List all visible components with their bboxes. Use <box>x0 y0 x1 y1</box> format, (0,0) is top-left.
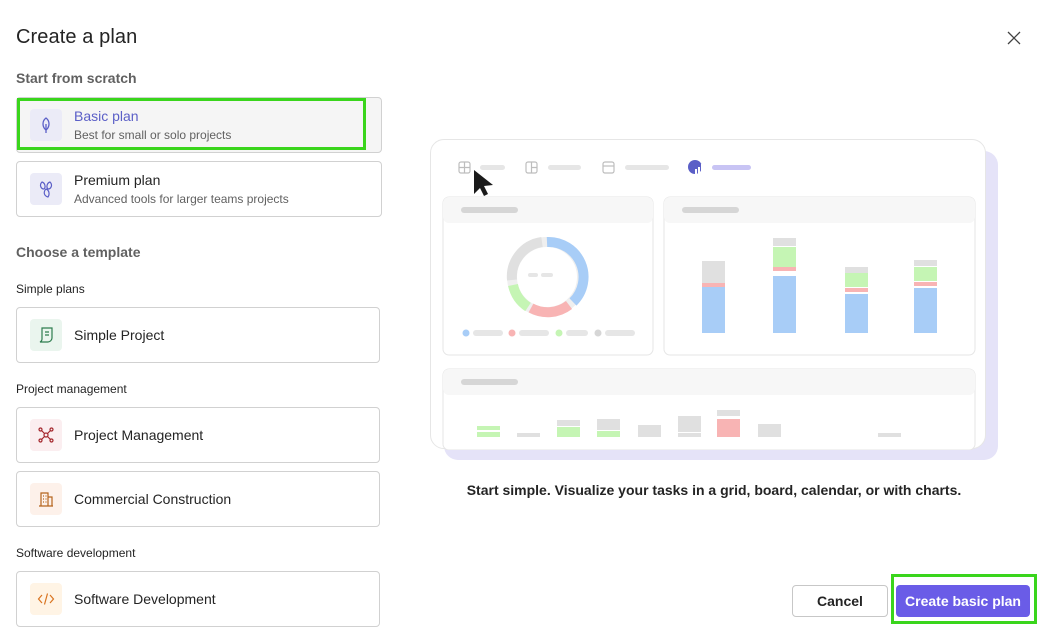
building-icon <box>39 492 53 507</box>
premium-plan-name: Premium plan <box>74 172 161 188</box>
network-icon <box>38 427 54 443</box>
simple-plans-group-label: Simple plans <box>16 282 85 296</box>
cancel-button[interactable]: Cancel <box>792 585 888 617</box>
software-development-group-label: Software development <box>16 546 136 560</box>
premium-plan-card[interactable]: Premium plan Advanced tools for larger t… <box>16 161 382 217</box>
cursor-arrow-icon <box>474 170 493 196</box>
premium-leaves-icon <box>39 181 53 198</box>
project-management-name: Project Management <box>74 427 204 443</box>
basic-plan-card[interactable]: Basic plan Best for small or solo projec… <box>16 97 382 153</box>
board-view-icon <box>525 161 538 174</box>
template-commercial-construction[interactable]: Commercial Construction <box>16 471 380 527</box>
leaf-icon <box>42 117 50 133</box>
template-simple-project[interactable]: Simple Project <box>16 307 380 363</box>
software-development-icon-tile <box>30 583 62 615</box>
preview-illustration <box>430 139 986 451</box>
template-project-management[interactable]: Project Management <box>16 407 380 463</box>
start-from-scratch-heading: Start from scratch <box>16 70 137 86</box>
project-management-group-label: Project management <box>16 382 127 396</box>
template-software-development[interactable]: Software Development <box>16 571 380 627</box>
software-development-name: Software Development <box>74 591 216 607</box>
simple-project-name: Simple Project <box>74 327 165 343</box>
create-basic-plan-button[interactable]: Create basic plan <box>896 585 1030 617</box>
basic-plan-icon-tile <box>30 109 62 141</box>
basic-plan-desc: Best for small or solo projects <box>74 128 232 142</box>
code-icon <box>37 593 55 605</box>
dialog-title: Create a plan <box>16 26 138 48</box>
project-management-icon-tile <box>30 419 62 451</box>
commercial-construction-icon-tile <box>30 483 62 515</box>
grid-view-icon <box>458 161 471 174</box>
preview-caption: Start simple. Visualize your tasks in a … <box>466 482 962 498</box>
basic-plan-name: Basic plan <box>74 108 139 124</box>
premium-plan-desc: Advanced tools for larger teams projects <box>74 192 289 206</box>
simple-project-icon-tile <box>30 319 62 351</box>
choose-template-heading: Choose a template <box>16 244 141 260</box>
charts-view-icon <box>688 160 703 174</box>
preview-dashboard-graphic <box>442 160 976 451</box>
premium-plan-icon-tile <box>30 173 62 205</box>
close-icon[interactable] <box>1007 31 1021 45</box>
close-button[interactable] <box>1002 26 1026 50</box>
scroll-icon <box>39 327 53 343</box>
calendar-view-icon <box>602 161 615 174</box>
commercial-construction-name: Commercial Construction <box>74 491 232 507</box>
